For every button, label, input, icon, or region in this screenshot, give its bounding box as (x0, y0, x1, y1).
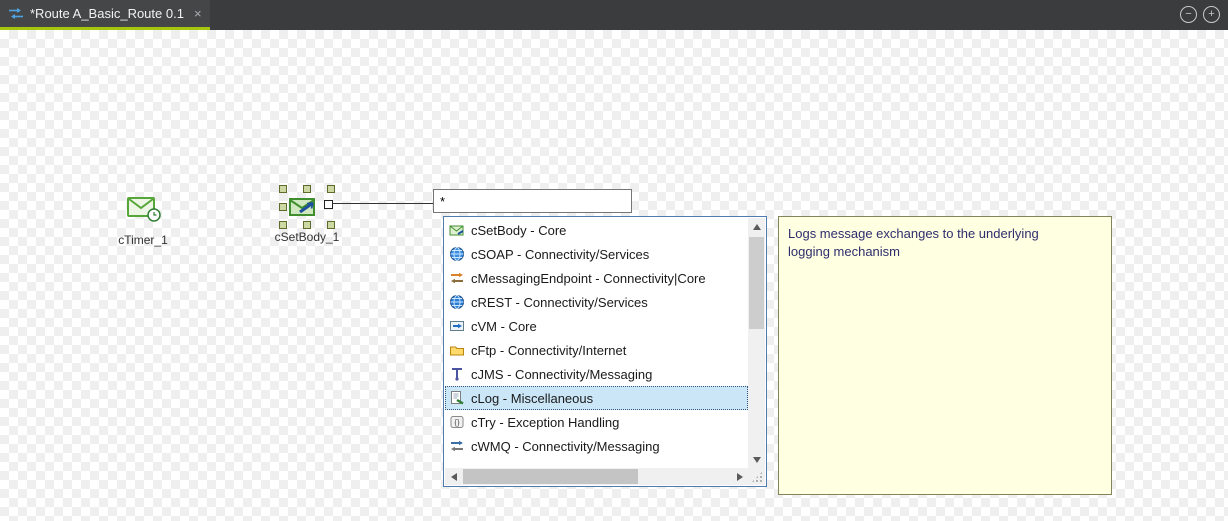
selection-handle[interactable] (327, 185, 335, 193)
scroll-down-button[interactable] (748, 451, 765, 468)
list-item-crest[interactable]: cREST - Connectivity/Services (445, 290, 748, 314)
selection-handle[interactable] (327, 221, 335, 229)
svg-text:{}: {} (454, 418, 460, 427)
scroll-left-icon (451, 473, 457, 481)
horizontal-scroll-thumb[interactable] (463, 469, 638, 484)
selection-handle[interactable] (303, 221, 311, 229)
vertical-scroll-thumb[interactable] (749, 237, 764, 329)
component-label-ctimer: cTimer_1 (103, 233, 183, 247)
tooltip-text: Logs message exchanges to the underlying… (788, 225, 1080, 261)
list-item-cwmq[interactable]: cWMQ - Connectivity/Messaging (445, 434, 748, 458)
jms-antenna-icon (449, 366, 465, 382)
log-document-icon (449, 390, 465, 406)
folder-icon (449, 342, 465, 358)
list-item-csoap[interactable]: cSOAP - Connectivity/Services (445, 242, 748, 266)
globe-icon (449, 294, 465, 310)
tab-close-icon[interactable]: × (194, 6, 202, 21)
list-item-cvm[interactable]: cVM - Core (445, 314, 748, 338)
editor-tab-bar: *Route A_Basic_Route 0.1 × − + (0, 0, 1228, 30)
list-item-csetbody[interactable]: cSetBody - Core (445, 218, 748, 242)
resize-grip[interactable] (748, 468, 765, 485)
maximize-view-button[interactable]: + (1203, 6, 1220, 23)
try-braces-icon: {} (449, 414, 465, 430)
horizontal-scrollbar[interactable] (445, 468, 748, 485)
list-item-clog[interactable]: cLog - Miscellaneous (445, 386, 748, 410)
scroll-up-icon (753, 224, 761, 230)
scroll-up-button[interactable] (748, 218, 765, 235)
connection-wire (332, 203, 433, 204)
scroll-left-button[interactable] (445, 468, 462, 485)
scroll-right-icon (737, 473, 743, 481)
selection-handle[interactable] (279, 185, 287, 193)
setbody-envelope-icon (449, 222, 465, 238)
component-label-csetbody: cSetBody_1 (267, 230, 347, 244)
scroll-down-icon (753, 457, 761, 463)
list-item-cjms[interactable]: cJMS - Connectivity/Messaging (445, 362, 748, 386)
view-controls: − + (1180, 6, 1220, 23)
resize-grip-icon (751, 471, 763, 483)
connection-port[interactable] (324, 200, 333, 209)
endpoint-arrows-icon (449, 270, 465, 286)
wmq-arrows-icon (449, 438, 465, 454)
list-item-cftp[interactable]: cFtp - Connectivity/Internet (445, 338, 748, 362)
component-help-tooltip: Logs message exchanges to the underlying… (778, 216, 1112, 495)
component-search-input[interactable] (433, 189, 632, 213)
globe-icon (449, 246, 465, 262)
tab-title: *Route A_Basic_Route 0.1 (30, 6, 184, 21)
route-canvas[interactable]: cTimer_1 cSetBody_1 (0, 30, 1228, 521)
selection-handle[interactable] (279, 203, 287, 211)
vertical-scrollbar[interactable] (748, 218, 765, 468)
component-suggestion-list: cSetBody - Core cSOAP - Connectivity/Ser… (443, 216, 767, 487)
component-ctimer[interactable] (126, 195, 162, 223)
route-arrows-icon (8, 7, 24, 20)
list-item-ctry[interactable]: {} cTry - Exception Handling (445, 410, 748, 434)
route-tab[interactable]: *Route A_Basic_Route 0.1 × (0, 0, 210, 30)
selection-handle[interactable] (279, 221, 287, 229)
route-designer-window: *Route A_Basic_Route 0.1 × − + cTimer_1 (0, 0, 1228, 521)
list-item-cmessagingendpoint[interactable]: cMessagingEndpoint - Connectivity|Core (445, 266, 748, 290)
minimize-view-button[interactable]: − (1180, 6, 1197, 23)
selection-handle[interactable] (303, 185, 311, 193)
suggestion-rows: cSetBody - Core cSOAP - Connectivity/Ser… (445, 218, 748, 468)
timer-envelope-icon (126, 210, 162, 227)
scroll-right-button[interactable] (731, 468, 748, 485)
vm-box-icon (449, 318, 465, 334)
